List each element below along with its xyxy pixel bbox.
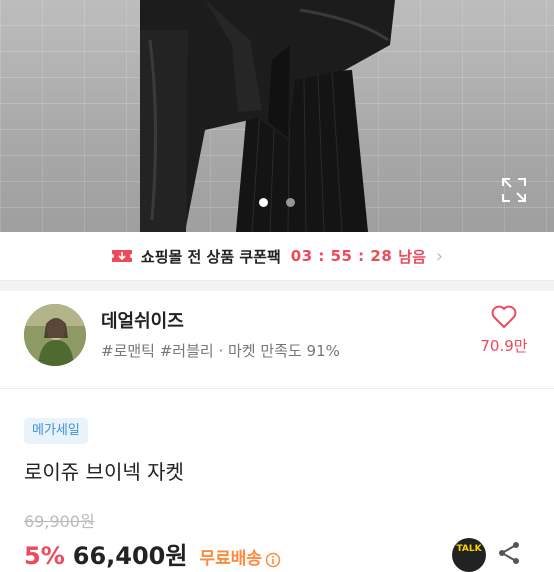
shop-info[interactable]: 데얼쉬이즈 #로맨틱 #러블리 · 마켓 만족도 91% 70.9만: [0, 291, 554, 386]
shop-avatar[interactable]: [24, 304, 86, 366]
section-divider: [0, 281, 554, 291]
talk-button[interactable]: TALK: [452, 538, 486, 572]
chevron-right-icon: ›: [435, 245, 444, 267]
share-icon[interactable]: [496, 540, 522, 566]
original-price: 69,900원: [24, 512, 95, 531]
coupon-text: 쇼핑몰 전 상품 쿠폰팩: [140, 247, 281, 266]
free-shipping-label[interactable]: 무료배송: [199, 549, 262, 569]
expand-icon[interactable]: [500, 176, 528, 204]
heart-icon[interactable]: [491, 305, 517, 329]
coupon-banner[interactable]: 쇼핑몰 전 상품 쿠폰팩 03 : 55 : 28 남음 ›: [0, 232, 554, 281]
pagination-dot[interactable]: [285, 198, 295, 207]
coupon-remaining-label: 남음: [398, 247, 426, 266]
section-separator: [0, 388, 554, 389]
coupon-timer: 03 : 55 : 28: [290, 247, 393, 265]
shop-name[interactable]: 데얼쉬이즈: [101, 307, 184, 333]
like-count: 70.9만: [480, 337, 528, 355]
price-row: 5% 66,400원 무료배송: [24, 536, 281, 570]
shop-tags: #로맨틱 #러블리 · 마켓 만족도 91%: [101, 342, 340, 360]
like-button[interactable]: 70.9만: [472, 305, 536, 356]
sale-badge: 메가세일: [24, 418, 88, 444]
coupon-ticket-icon: [111, 250, 132, 262]
product-image-gallery[interactable]: [0, 0, 554, 232]
discount-rate: 5%: [24, 542, 65, 570]
pagination-dot-active[interactable]: [259, 198, 269, 207]
product-title: 로이쥬 브이넥 자켓: [24, 460, 184, 484]
gallery-pagination: [0, 192, 554, 211]
sale-price: 66,400원: [72, 542, 188, 570]
